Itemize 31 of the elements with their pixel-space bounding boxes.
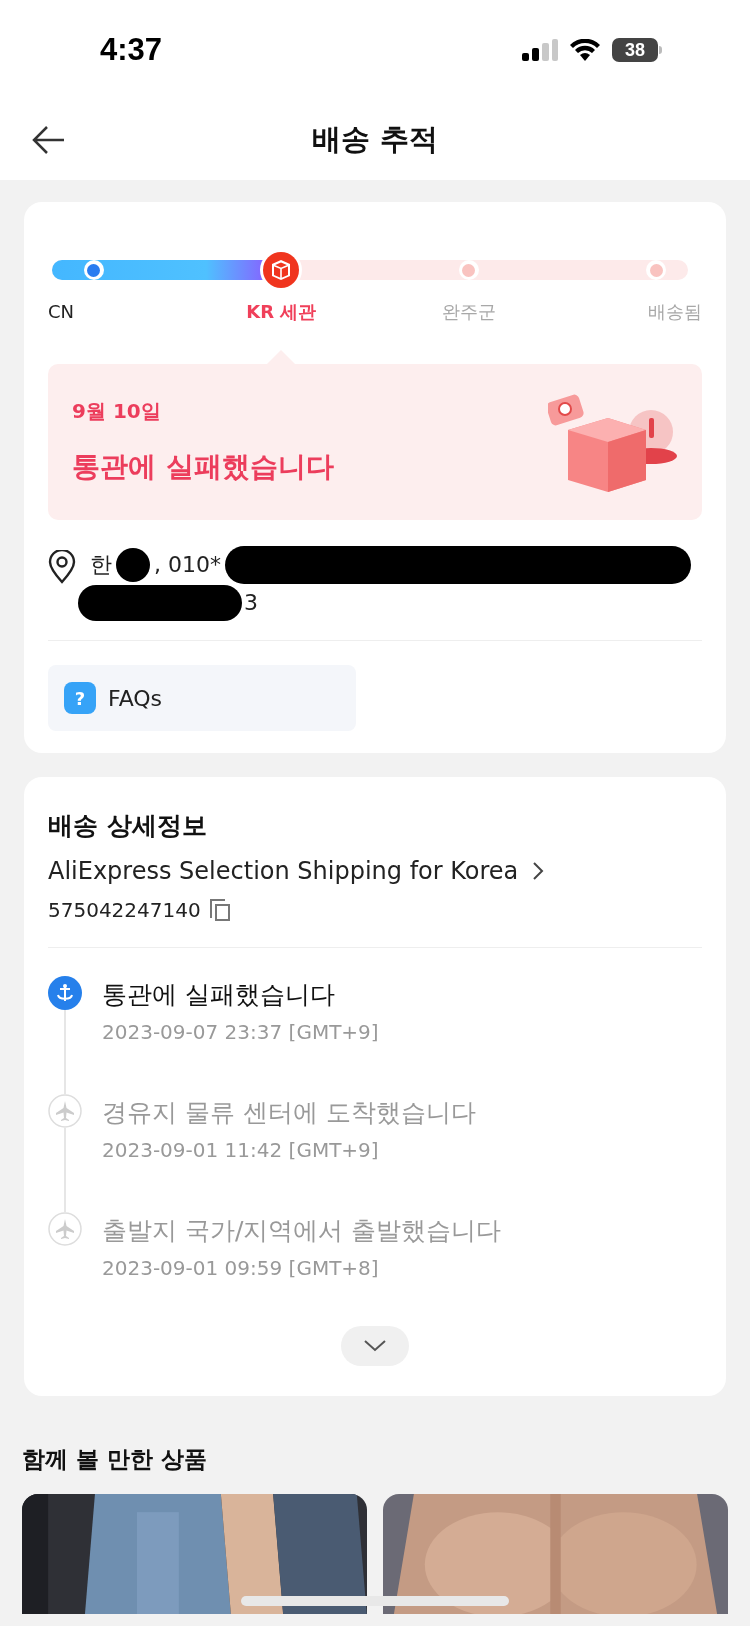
stage-label: 배송됨	[648, 300, 702, 324]
address-text: 3	[244, 589, 258, 617]
carrier-link[interactable]: AliExpress Selection Shipping for Korea	[48, 852, 545, 889]
event-time: 2023-09-07 23:37 [GMT+9]	[102, 1019, 379, 1046]
back-arrow-icon	[31, 125, 65, 155]
event-text: 통관에 실패했습니다	[102, 978, 336, 1011]
stage-label: CN	[48, 300, 75, 324]
section-title: 함께 볼 만한 상품	[22, 1444, 209, 1474]
event-text: 경유지 물류 센터에 도착했습니다	[102, 1096, 476, 1129]
section-title: 배송 상세정보	[48, 810, 208, 842]
event-text: 출발지 국가/지역에서 출발했습니다	[102, 1214, 502, 1247]
faq-button[interactable]: ? FAQs	[48, 665, 356, 731]
page-title: 배송 추적	[311, 121, 439, 159]
address-text: 한	[90, 551, 112, 579]
chevron-right-icon	[532, 860, 545, 881]
wifi-icon	[570, 39, 600, 61]
help-icon: ?	[64, 682, 96, 714]
status-message: 통관에 실패했습니다	[72, 449, 334, 485]
stage-label: KR 세관	[246, 300, 317, 324]
status-date: 9월 10일	[72, 398, 162, 425]
address-text: , 010*	[154, 551, 221, 579]
copy-icon[interactable]	[208, 897, 231, 922]
event-time: 2023-09-01 11:42 [GMT+9]	[102, 1137, 380, 1164]
event-time: 2023-09-01 09:59 [GMT+8]	[102, 1255, 380, 1282]
status-time: 4:37	[100, 30, 163, 69]
redaction-mark	[116, 548, 150, 582]
location-pin-icon	[48, 550, 76, 584]
tracking-number: 575042247140	[48, 896, 201, 924]
stage-label: 완주군	[441, 300, 496, 324]
signal-icon	[522, 39, 558, 61]
chevron-down-icon	[363, 1338, 387, 1353]
